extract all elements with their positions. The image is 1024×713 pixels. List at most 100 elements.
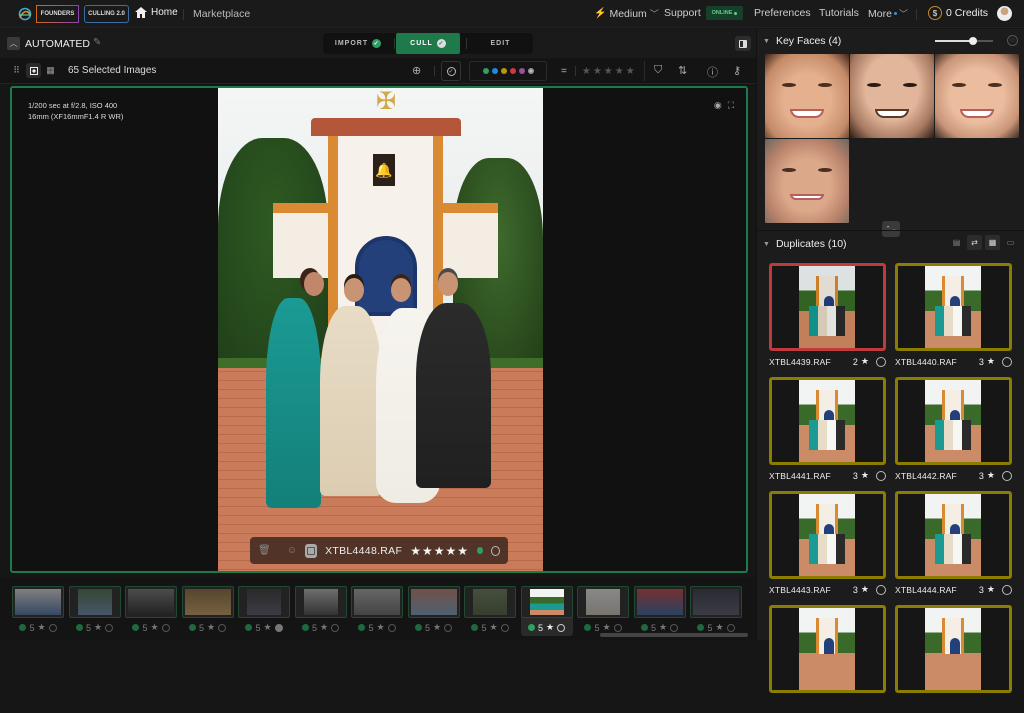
compare-view-button[interactable]: ▦ [43, 63, 58, 78]
pick-toggle[interactable] [876, 584, 886, 595]
filmstrip-item[interactable]: 5 ★ [407, 586, 460, 636]
eye-icon[interactable]: ◉ [714, 100, 722, 111]
rating-filter-star-3[interactable]: ★ [604, 66, 613, 77]
culling-version-badge[interactable]: CULLING 2.0 [84, 5, 129, 23]
zoom-in-button[interactable]: ⊕ [412, 64, 421, 77]
color-filter-yellow[interactable] [500, 68, 507, 74]
color-label-green[interactable] [477, 547, 484, 554]
grid-view-button[interactable]: ⠿ [9, 63, 24, 78]
info-button[interactable]: ⓘ [707, 64, 718, 80]
pick-toggle[interactable] [331, 623, 340, 632]
filmstrip-item[interactable]: 5 ★ [351, 586, 403, 636]
face-size-slider[interactable] [935, 37, 993, 45]
select-toggle-button[interactable] [304, 543, 318, 558]
step-cull[interactable]: CULL ✓ [396, 33, 460, 54]
step-import[interactable]: IMPORT ✓ [323, 33, 393, 54]
current-rating-stars[interactable]: ★★★★★ [410, 544, 469, 558]
quality-dropdown[interactable]: ⚡ Medium ﹀ [594, 7, 659, 20]
duplicate-item[interactable]: XTBL4442.RAF 3 ★ [895, 377, 1012, 485]
fullscreen-icon[interactable]: ⛶ [728, 100, 734, 111]
pick-toggle[interactable] [161, 623, 170, 632]
filmstrip-item[interactable]: 5 ★ [68, 586, 121, 636]
duplicate-item[interactable] [895, 605, 1012, 713]
duplicate-item[interactable]: XTBL4439.RAF 2 ★ [769, 263, 886, 371]
filmstrip-item[interactable]: 5 ★ [238, 586, 290, 636]
edit-name-icon[interactable]: ✎ [93, 37, 101, 48]
nav-more-dropdown[interactable]: More ﹀ [868, 7, 908, 20]
color-filter-green[interactable] [482, 68, 489, 74]
duplicates-header[interactable]: ▼ Duplicates (10) [763, 238, 847, 250]
filmstrip-item[interactable]: 5 ★ [181, 586, 234, 636]
filmstrip-item[interactable]: 5 ★ [12, 586, 64, 636]
pick-toggle[interactable] [105, 623, 114, 632]
filmstrip-item-current[interactable]: 5 ★ [520, 586, 573, 636]
duplicate-item[interactable]: XTBL4440.RAF 3 ★ [895, 263, 1012, 371]
nav-tutorials[interactable]: Tutorials [819, 7, 859, 19]
trash-icon[interactable]: 🗑 [258, 545, 271, 556]
pick-toggle[interactable] [218, 623, 227, 632]
pick-toggle[interactable] [1002, 356, 1012, 367]
pick-toggle[interactable] [876, 470, 886, 481]
user-avatar[interactable] [997, 6, 1012, 21]
nav-marketplace[interactable]: Marketplace [193, 8, 250, 20]
key-face-1[interactable] [765, 54, 849, 138]
rating-filter-star-4[interactable]: ★ [615, 66, 624, 77]
main-image-viewer[interactable]: 1/200 sec at f/2.8, ISO 400 16mm (XF16mm… [10, 86, 748, 573]
filmstrip-item[interactable]: 5 ★ [690, 586, 742, 636]
pick-toggle[interactable] [670, 623, 679, 632]
rating-filter-star-5[interactable]: ★ [626, 66, 635, 77]
duplicate-item[interactable]: XTBL4441.RAF 3 ★ [769, 377, 886, 485]
key-face-4[interactable] [765, 139, 849, 223]
nav-support[interactable]: Support [664, 7, 701, 19]
filmstrip-item[interactable]: 5 ★ [125, 586, 177, 636]
credits-button[interactable]: 0 Credits [946, 7, 988, 19]
swap-icon[interactable]: ⇄ [967, 235, 982, 250]
pick-toggle[interactable] [557, 623, 566, 632]
toggle-side-panel-button[interactable] [735, 36, 751, 51]
filmstrip-item[interactable]: 5 ★ [577, 586, 629, 636]
color-filter-purple[interactable] [518, 68, 525, 74]
shortcuts-button[interactable]: ⚷ [733, 64, 741, 77]
slider-handle[interactable] [968, 37, 977, 45]
selected-filter-button[interactable]: ✓ [441, 61, 461, 81]
key-face-3[interactable] [935, 54, 1019, 138]
nav-preferences[interactable]: Preferences [754, 7, 811, 19]
pick-toggle[interactable] [500, 623, 509, 632]
duplicate-item[interactable]: XTBL4444.RAF 3 ★ [895, 491, 1012, 599]
key-face-2[interactable] [850, 54, 934, 138]
pick-toggle[interactable] [48, 623, 57, 632]
filter-button[interactable]: ⛉ [654, 64, 662, 77]
sort-button[interactable]: ⇅ [678, 64, 687, 77]
pick-toggle[interactable] [274, 623, 283, 632]
pick-toggle[interactable] [444, 623, 453, 632]
step-edit[interactable]: EDIT [468, 33, 533, 54]
duplicate-item[interactable]: XTBL4443.RAF 3 ★ [769, 491, 886, 599]
pick-toggle[interactable] [876, 356, 886, 367]
layout-rows-icon[interactable]: ▭ [1003, 235, 1018, 250]
color-filter-red[interactable] [509, 68, 516, 74]
rating-filter-star-1[interactable]: ★ [582, 66, 591, 77]
rating-operator-button[interactable]: = [561, 66, 567, 77]
duplicate-item[interactable] [769, 605, 886, 713]
filmstrip-item[interactable]: 5 ★ [633, 586, 686, 636]
pick-toggle[interactable] [1002, 470, 1012, 481]
pick-toggle[interactable] [387, 623, 396, 632]
rating-filter-star-2[interactable]: ★ [593, 66, 602, 77]
filmstrip-scrollbar[interactable] [600, 633, 748, 637]
smiley-face-icon[interactable]: ☺ [1007, 35, 1018, 46]
app-logo-icon[interactable] [17, 6, 33, 22]
face-icon[interactable]: ☺ [287, 545, 297, 556]
key-faces-header[interactable]: ▼ Key Faces (4) [763, 35, 841, 47]
filmstrip-item[interactable]: 5 ★ [294, 586, 347, 636]
grid-layout-icon[interactable]: ▦ [985, 235, 1000, 250]
pick-toggle[interactable] [1002, 584, 1012, 595]
color-filter-none[interactable] [527, 68, 534, 74]
pick-toggle[interactable] [491, 545, 500, 556]
collapse-button[interactable]: ︿ [7, 37, 20, 50]
pick-toggle[interactable] [613, 623, 622, 632]
filmstrip-item[interactable]: 5 ★ [464, 586, 516, 636]
pick-toggle[interactable] [726, 623, 735, 632]
color-filter-blue[interactable] [491, 68, 498, 74]
nav-home[interactable]: Home [135, 7, 178, 18]
layout-split-icon[interactable]: ▤ [949, 235, 964, 250]
